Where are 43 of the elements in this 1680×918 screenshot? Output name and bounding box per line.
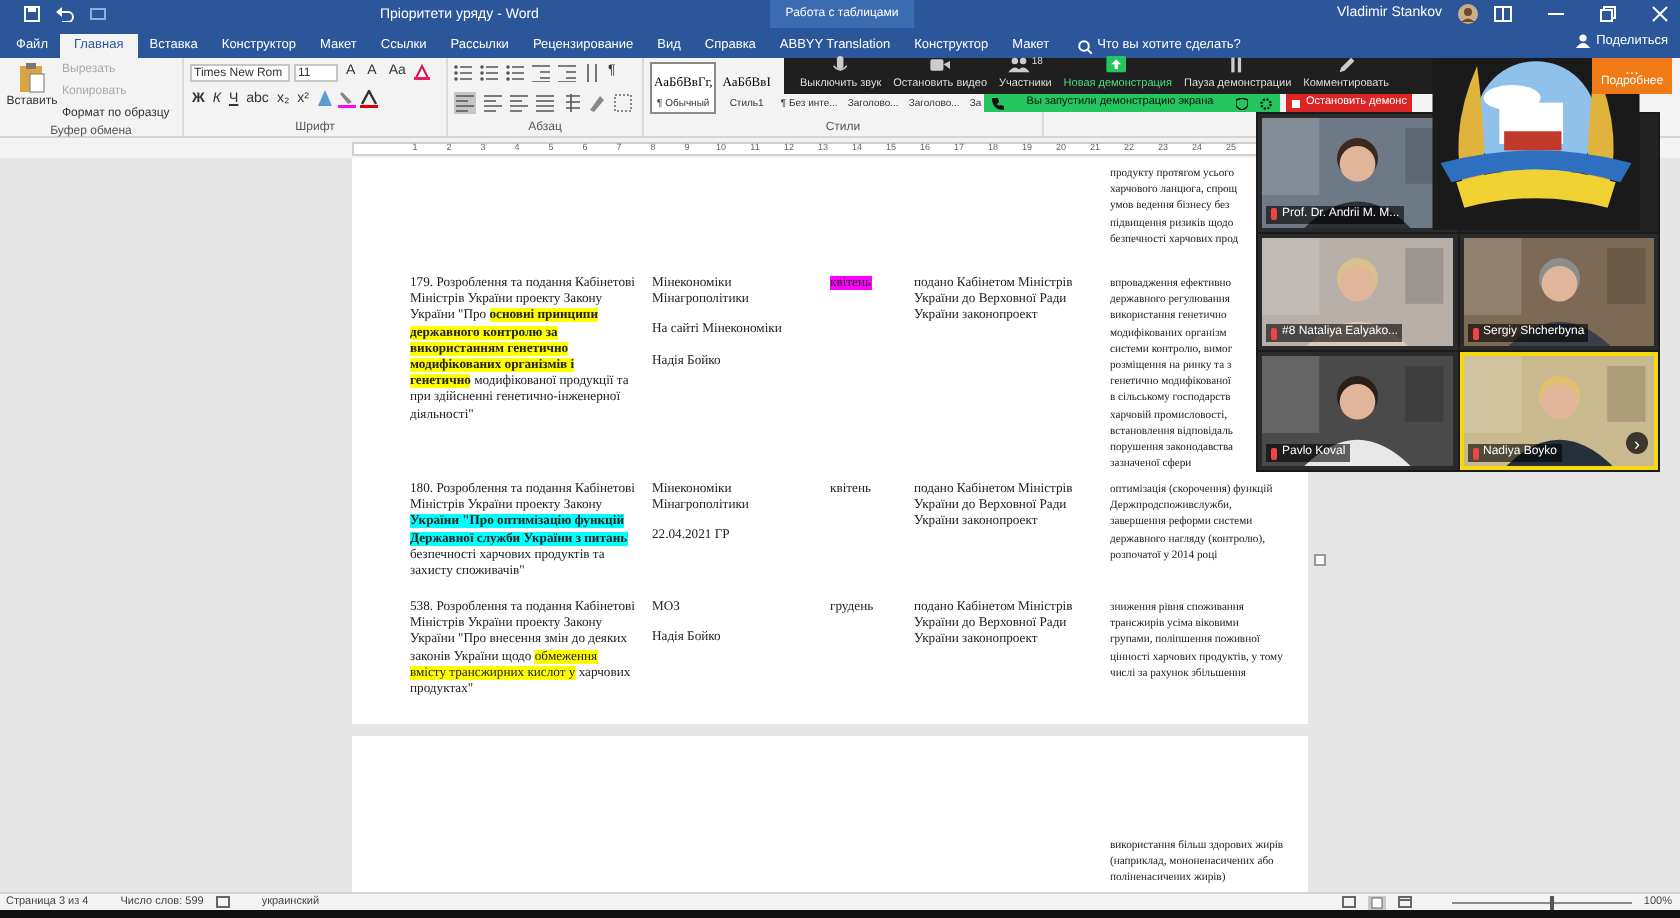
shading-icon[interactable]: [588, 93, 606, 111]
read-mode-icon[interactable]: [1341, 896, 1356, 908]
shield-icon: [1236, 97, 1248, 109]
ribbon-display-icon[interactable]: [1494, 6, 1512, 23]
clear-format-icon[interactable]: [413, 64, 430, 81]
print-layout-icon[interactable]: [1367, 895, 1386, 909]
muted-mic-icon: [1270, 447, 1278, 459]
bullet-list-icon[interactable]: [454, 63, 472, 82]
settings-icon[interactable]: [1260, 97, 1272, 109]
font-color-icon[interactable]: [359, 90, 377, 109]
muted-mic-icon: [1471, 447, 1479, 459]
stop-icon: [1292, 99, 1300, 107]
participants-icon: [1007, 55, 1030, 74]
save-icon[interactable]: [24, 6, 40, 22]
indent-icon[interactable]: [532, 63, 550, 82]
text-effects-icon[interactable]: [315, 90, 333, 109]
slider-thumb[interactable]: [1550, 895, 1555, 909]
search-icon[interactable]: [1077, 39, 1092, 53]
align-right-icon[interactable]: [510, 93, 528, 111]
align-center-icon[interactable]: [484, 93, 502, 111]
avatar-icon[interactable]: [1458, 4, 1478, 25]
table-resize-handle[interactable]: [1314, 554, 1326, 566]
camera-icon: [929, 55, 952, 74]
muted-mic-icon: [1471, 327, 1479, 340]
web-layout-icon[interactable]: [1397, 896, 1412, 908]
proofing-icon[interactable]: [215, 896, 230, 908]
restore-icon[interactable]: [1600, 6, 1616, 23]
borders-icon[interactable]: [614, 93, 632, 111]
numbered-list-icon[interactable]: [480, 63, 498, 82]
quick-access-icon[interactable]: [90, 6, 106, 22]
indent-icon[interactable]: [558, 63, 576, 82]
justify-icon[interactable]: [536, 93, 554, 111]
muted-mic-icon: [1270, 208, 1278, 221]
muted-mic-icon: [1270, 327, 1278, 340]
multilevel-list-icon[interactable]: [506, 63, 524, 82]
close-icon[interactable]: [1652, 6, 1668, 23]
undo-icon[interactable]: [56, 6, 74, 22]
microphone-icon: [829, 55, 852, 74]
sort-icon[interactable]: [584, 63, 600, 82]
align-left-icon[interactable]: [454, 91, 476, 113]
person-icon[interactable]: [1576, 34, 1591, 49]
phone-icon: [992, 97, 1004, 109]
line-spacing-icon[interactable]: [562, 93, 580, 111]
